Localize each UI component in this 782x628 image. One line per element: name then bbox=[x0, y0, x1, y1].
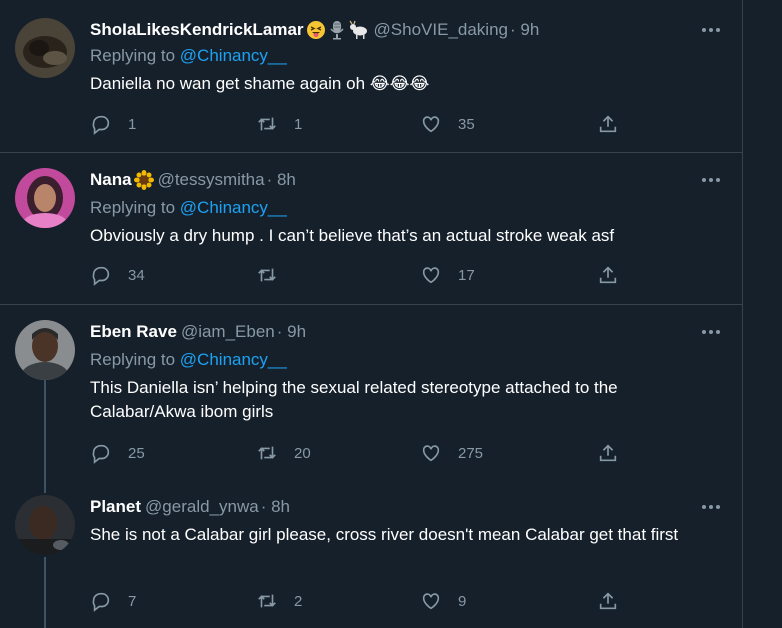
timestamp[interactable]: · 8h bbox=[267, 170, 296, 190]
goat-icon bbox=[348, 20, 370, 40]
retweet-icon bbox=[258, 594, 276, 608]
tweet-2[interactable]: Nana @tessysmitha · 8h Replying to @Chin… bbox=[0, 153, 742, 305]
more-options-button[interactable] bbox=[698, 19, 724, 41]
retweet-icon bbox=[258, 446, 276, 460]
retweet-count: 20 bbox=[294, 444, 311, 462]
tweet-3[interactable]: Eben Rave @iam_Eben · 9h Replying to @Ch… bbox=[0, 305, 742, 485]
like-button[interactable]: 17 bbox=[420, 263, 475, 287]
avatar[interactable] bbox=[15, 320, 75, 380]
mention-link[interactable]: @Chinancy__ bbox=[180, 350, 287, 369]
tweet-text: Obviously a dry hump . I can’t believe t… bbox=[90, 226, 615, 245]
replying-to-label: Replying to bbox=[90, 46, 176, 65]
tweet-4[interactable]: Planet @gerald_ynwa · 8h She is not a Ca… bbox=[0, 485, 742, 628]
reply-count: 34 bbox=[128, 266, 145, 284]
user-handle[interactable]: @gerald_ynwa bbox=[145, 497, 259, 517]
retweet-icon bbox=[258, 117, 276, 131]
reply-button[interactable]: 25 bbox=[90, 441, 145, 465]
replying-to: Replying to @Chinancy__ bbox=[90, 350, 287, 370]
tweet-text: This Daniella isn’ helping the sexual re… bbox=[90, 378, 618, 421]
tweet-header: Eben Rave @iam_Eben · 9h bbox=[90, 321, 306, 343]
share-button[interactable] bbox=[597, 112, 619, 136]
share-button[interactable] bbox=[597, 263, 619, 287]
retweet-button[interactable] bbox=[256, 263, 278, 287]
thread-connector bbox=[44, 380, 46, 485]
share-icon bbox=[599, 444, 617, 462]
heart-icon bbox=[422, 267, 440, 284]
replying-to: Replying to @Chinancy__ bbox=[90, 46, 287, 66]
display-name[interactable]: ShoIaLikesKendrickLamar bbox=[90, 20, 304, 40]
share-button[interactable] bbox=[597, 441, 619, 465]
tweet-header: Planet @gerald_ynwa · 8h bbox=[90, 496, 290, 518]
like-count: 9 bbox=[458, 592, 467, 610]
reply-icon bbox=[92, 444, 110, 464]
mention-link[interactable]: @Chinancy__ bbox=[180, 198, 287, 217]
tweet-1[interactable]: ShoIaLikesKendrickLamar @ShoVIE_daking ·… bbox=[0, 0, 742, 153]
thread-connector bbox=[44, 557, 46, 628]
tweet-text: Daniella no wan get shame again oh 😂😂😂 bbox=[90, 74, 430, 93]
heart-icon bbox=[422, 593, 440, 610]
user-handle[interactable]: @ShoVIE_daking bbox=[374, 20, 508, 40]
retweet-count: 2 bbox=[294, 592, 303, 610]
replying-to: Replying to @Chinancy__ bbox=[90, 198, 287, 218]
column-border bbox=[742, 0, 743, 628]
avatar[interactable] bbox=[15, 18, 75, 78]
retweet-icon bbox=[258, 268, 276, 282]
heart-icon bbox=[422, 445, 440, 462]
retweet-button[interactable]: 1 bbox=[256, 112, 302, 136]
more-options-button[interactable] bbox=[698, 321, 724, 343]
retweet-button[interactable]: 20 bbox=[256, 441, 311, 465]
user-handle[interactable]: @iam_Eben bbox=[181, 322, 275, 342]
reply-count: 1 bbox=[128, 115, 137, 133]
timestamp[interactable]: · 8h bbox=[261, 497, 290, 517]
avatar[interactable] bbox=[15, 495, 75, 555]
replying-to-label: Replying to bbox=[90, 198, 176, 217]
tweet-header: Nana @tessysmitha · 8h bbox=[90, 169, 296, 191]
reply-button[interactable]: 7 bbox=[90, 589, 136, 613]
share-button[interactable] bbox=[597, 589, 619, 613]
reply-icon bbox=[92, 266, 110, 286]
timestamp[interactable]: · 9h bbox=[277, 322, 306, 342]
share-icon bbox=[599, 266, 617, 284]
like-count: 17 bbox=[458, 266, 475, 284]
tweet-thread: ShoIaLikesKendrickLamar @ShoVIE_daking ·… bbox=[0, 0, 782, 628]
like-button[interactable]: 35 bbox=[420, 112, 475, 136]
user-handle[interactable]: @tessysmitha bbox=[158, 170, 265, 190]
tweet-text: She is not a Calabar girl please, cross … bbox=[90, 525, 679, 544]
microphone-icon bbox=[328, 20, 346, 40]
share-icon bbox=[599, 115, 617, 133]
like-count: 275 bbox=[458, 444, 484, 462]
squinting-tongue-face-icon bbox=[306, 20, 326, 40]
reply-count: 7 bbox=[128, 592, 137, 610]
display-name[interactable]: Planet bbox=[90, 497, 141, 517]
retweet-count: 1 bbox=[294, 115, 303, 133]
sunflower-icon bbox=[133, 170, 154, 190]
thread-connector bbox=[44, 485, 46, 493]
reply-icon bbox=[92, 592, 110, 612]
heart-icon bbox=[422, 116, 440, 133]
retweet-button[interactable]: 2 bbox=[256, 589, 302, 613]
display-name[interactable]: Eben Rave bbox=[90, 322, 177, 342]
like-button[interactable]: 9 bbox=[420, 589, 466, 613]
display-name[interactable]: Nana bbox=[90, 170, 132, 190]
more-options-button[interactable] bbox=[698, 169, 724, 191]
share-icon bbox=[599, 592, 617, 610]
timestamp[interactable]: · 9h bbox=[510, 20, 539, 40]
tweet-header: ShoIaLikesKendrickLamar @ShoVIE_daking ·… bbox=[90, 19, 539, 41]
reply-count: 25 bbox=[128, 444, 145, 462]
more-options-button[interactable] bbox=[698, 496, 724, 518]
mention-link[interactable]: @Chinancy__ bbox=[180, 46, 287, 65]
like-count: 35 bbox=[458, 115, 475, 133]
reply-button[interactable]: 34 bbox=[90, 263, 145, 287]
replying-to-label: Replying to bbox=[90, 350, 176, 369]
avatar[interactable] bbox=[15, 168, 75, 228]
reply-icon bbox=[92, 115, 110, 135]
reply-button[interactable]: 1 bbox=[90, 112, 136, 136]
like-button[interactable]: 275 bbox=[420, 441, 483, 465]
